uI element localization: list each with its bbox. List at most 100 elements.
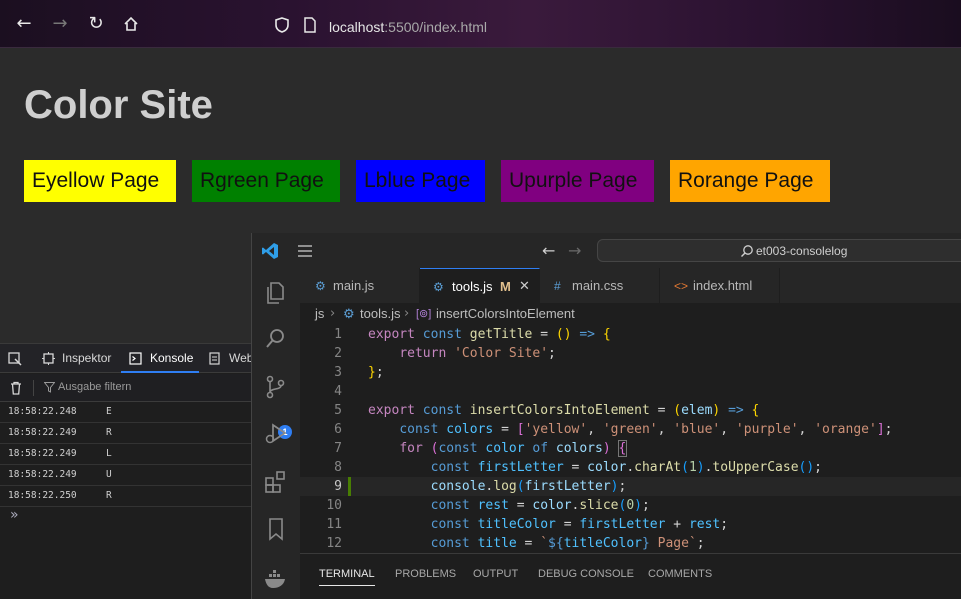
forward-arrow-icon[interactable]: → <box>50 14 70 34</box>
gear-icon: ⚙ <box>343 306 355 321</box>
breadcrumb-item[interactable]: tools.js <box>360 303 400 325</box>
editor-tabs: ⚙ main.js ⚙ tools.js M ✕ # main.css <> i… <box>300 268 961 303</box>
gear-icon: ⚙ <box>433 280 444 294</box>
shield-icon[interactable] <box>273 16 291 34</box>
log-message: R <box>106 490 112 501</box>
code-line: 6 const colors = ['yellow', 'green', 'bl… <box>300 420 961 439</box>
tab-inspector-label: Inspektor <box>62 351 112 365</box>
filter-icon <box>44 382 55 393</box>
console-input[interactable]: » <box>10 507 19 523</box>
log-message: E <box>106 406 112 417</box>
back-arrow-icon[interactable]: ← <box>542 241 555 260</box>
log-row: 18:58:22.249 R <box>0 423 251 444</box>
panel-tab-problems[interactable]: PROBLEMS <box>395 568 456 586</box>
home-icon[interactable] <box>121 14 141 34</box>
hamburger-menu-icon[interactable] <box>297 244 313 258</box>
log-row: 18:58:22.250 R <box>0 486 251 507</box>
toolbar-divider <box>33 380 34 396</box>
vscode-titlebar: ← → et003-consolelog <box>252 233 961 268</box>
yellow-page-button[interactable]: Eyellow Page <box>24 160 176 202</box>
tab-main-css[interactable]: # main.css <box>540 268 660 303</box>
log-time: 18:58:22.249 <box>8 427 77 438</box>
devtools-panel: Inspektor Konsole Web Ausgabe filtern 18… <box>0 343 254 599</box>
orange-page-button[interactable]: Rorange Page <box>670 160 830 202</box>
browser-toolbar: ← → ↻ localhost:5500/index.html <box>0 0 961 48</box>
search-icon[interactable] <box>263 326 289 352</box>
line-number: 6 <box>334 422 342 437</box>
devtools-tabs: Inspektor Konsole Web <box>0 344 254 373</box>
code-line: 1 export const getTitle = () => { <box>300 325 961 344</box>
reload-icon[interactable]: ↻ <box>86 14 106 34</box>
run-debug-icon[interactable] <box>263 421 289 447</box>
tab-index-html[interactable]: <> index.html <box>660 268 780 303</box>
code-line: 5 export const insertColorsIntoElement = … <box>300 401 961 420</box>
docker-icon[interactable] <box>263 565 289 591</box>
line-number: 9 <box>334 479 342 494</box>
tab-label: index.html <box>693 278 753 293</box>
modified-line-gutter <box>348 477 351 496</box>
code-line: 8 const firstLetter = color.charAt(1).to… <box>300 458 961 477</box>
tab-console[interactable]: Konsole <box>121 344 199 373</box>
vscode-logo-icon <box>262 243 278 259</box>
code-line: 10 const rest = color.slice(0); <box>300 496 961 515</box>
activity-bar: 1 <box>252 268 300 599</box>
tab-web-label: Web <box>229 351 254 365</box>
console-filter-input[interactable]: Ausgabe filtern <box>58 381 131 393</box>
log-row: 18:58:22.248 E <box>0 402 251 423</box>
page-icon <box>304 17 316 33</box>
code-editor[interactable]: 1 export const getTitle = () => { 2 retur… <box>300 325 961 553</box>
extensions-icon[interactable] <box>263 469 289 495</box>
tab-tools-js[interactable]: ⚙ tools.js M ✕ <box>420 268 540 303</box>
method-icon: [⊚] <box>416 308 432 320</box>
tab-label: tools.js <box>452 279 493 294</box>
bookmark-icon[interactable] <box>263 516 289 542</box>
chevron-right-icon: › <box>330 306 336 321</box>
console-icon <box>129 352 142 365</box>
breadcrumb-item[interactable]: js <box>315 303 324 325</box>
close-icon[interactable]: ✕ <box>519 269 530 304</box>
console-filter-bar: Ausgabe filtern <box>0 374 251 402</box>
trash-icon[interactable] <box>9 381 23 395</box>
panel-tab-terminal[interactable]: TERMINAL <box>319 568 375 586</box>
tab-main-js[interactable]: ⚙ main.js <box>300 268 420 303</box>
code-line-current: 9 console.log(firstLetter); <box>300 477 961 496</box>
panel-tab-debug-console[interactable]: DEBUG CONSOLE <box>538 568 634 586</box>
workspace-name: et003-consolelog <box>756 244 848 258</box>
blue-page-button[interactable]: Lblue Page <box>356 160 485 202</box>
panel-tab-output[interactable]: OUTPUT <box>473 568 518 586</box>
code-line: 3}; <box>300 363 961 382</box>
panel-tab-comments[interactable]: COMMENTS <box>648 568 712 586</box>
purple-page-button[interactable]: Upurple Page <box>501 160 654 202</box>
breadcrumb-item[interactable]: insertColorsIntoElement <box>436 303 575 325</box>
explorer-icon[interactable] <box>263 280 289 306</box>
line-number: 5 <box>334 403 342 418</box>
html-tag-icon: <> <box>674 279 689 293</box>
forward-arrow-icon[interactable]: → <box>568 241 581 260</box>
log-message: L <box>106 448 112 459</box>
line-number: 8 <box>334 460 342 475</box>
document-icon <box>209 352 220 365</box>
back-arrow-icon[interactable]: ← <box>14 14 34 34</box>
source-control-icon[interactable] <box>263 374 289 400</box>
log-time: 18:58:22.248 <box>8 406 77 417</box>
search-icon <box>741 245 753 257</box>
tab-console-label: Konsole <box>150 351 194 365</box>
line-number: 1 <box>334 327 342 342</box>
green-page-button[interactable]: Rgreen Page <box>192 160 340 202</box>
line-number: 3 <box>334 365 342 380</box>
inspector-icon <box>42 352 55 365</box>
line-number: 11 <box>326 517 342 532</box>
gear-icon: ⚙ <box>315 279 326 293</box>
code-line: 7 for (const color of colors) { <box>300 439 961 458</box>
chevron-right-icon: › <box>404 306 410 321</box>
tab-label: main.js <box>333 278 375 293</box>
address-bar[interactable]: localhost:5500/index.html <box>329 19 487 35</box>
log-message: R <box>106 427 112 438</box>
line-number: 12 <box>326 536 342 551</box>
modified-indicator: M <box>500 279 511 294</box>
element-picker-icon[interactable] <box>8 352 22 366</box>
command-center-search[interactable]: et003-consolelog <box>597 239 961 262</box>
code-line: 2 return 'Color Site'; <box>300 344 961 363</box>
page-title: Color Site <box>24 83 213 127</box>
hash-icon: # <box>554 279 561 293</box>
